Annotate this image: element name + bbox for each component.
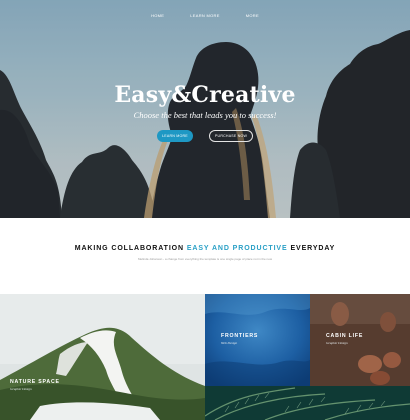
top-nav: HOME LEARN MORE MORE — [0, 13, 410, 18]
section-heading: MAKING COLLABORATION EASY AND PRODUCTIVE… — [0, 245, 410, 252]
purchase-now-button[interactable]: PURCHASE NOW — [209, 130, 253, 142]
tile-subtitle-frontiers: Web Design — [221, 341, 238, 345]
hero-tagline: Choose the best that leads you to succes… — [133, 110, 277, 120]
fern-leaves-image — [205, 386, 410, 420]
tile-title-frontiers: FRONTIERS — [221, 333, 259, 339]
heading-text-start: MAKING COLLABORATION — [74, 245, 184, 252]
portfolio-tile-frontiers[interactable]: FRONTIERS Web Design — [205, 294, 310, 386]
heading-text-accent: EASY AND PRODUCTIVE — [186, 245, 288, 252]
intro-band: MAKING COLLABORATION EASY AND PRODUCTIVE… — [0, 218, 410, 294]
hero-buttons: LEARN MORE PURCHASE NOW — [0, 130, 410, 142]
learn-more-button[interactable]: LEARN MORE — [157, 130, 193, 142]
blue-ink-image — [205, 294, 310, 386]
portfolio-tile-cabin-life[interactable]: CABIN LIFE Graphic Design — [310, 294, 410, 386]
portfolio-tile-nature-space[interactable]: NATURE SPACE Graphic Design — [0, 294, 205, 420]
hero-background-image — [0, 0, 410, 218]
nav-link-more[interactable]: MORE — [246, 13, 259, 18]
hero-section: HOME LEARN MORE MORE Easy&Creative Choos… — [0, 0, 410, 218]
tile-subtitle-cabin-life: Graphic Design — [326, 341, 348, 345]
mountain-landscape-image — [0, 294, 205, 420]
hero-title: Easy&Creative — [114, 82, 296, 108]
pottery-image — [310, 294, 410, 386]
nav-link-learn-more[interactable]: LEARN MORE — [190, 13, 219, 18]
nav-link-home[interactable]: HOME — [151, 13, 164, 18]
heading-text-end: EVERYDAY — [290, 245, 336, 252]
tile-title-cabin-life: CABIN LIFE — [326, 333, 364, 339]
tile-subtitle-nature-space: Graphic Design — [10, 387, 32, 391]
section-subtext: Melinda Johanson - a change from everyth… — [137, 257, 273, 261]
tile-title-nature-space: NATURE SPACE — [10, 379, 60, 385]
portfolio-tile-ferns[interactable] — [205, 386, 410, 420]
